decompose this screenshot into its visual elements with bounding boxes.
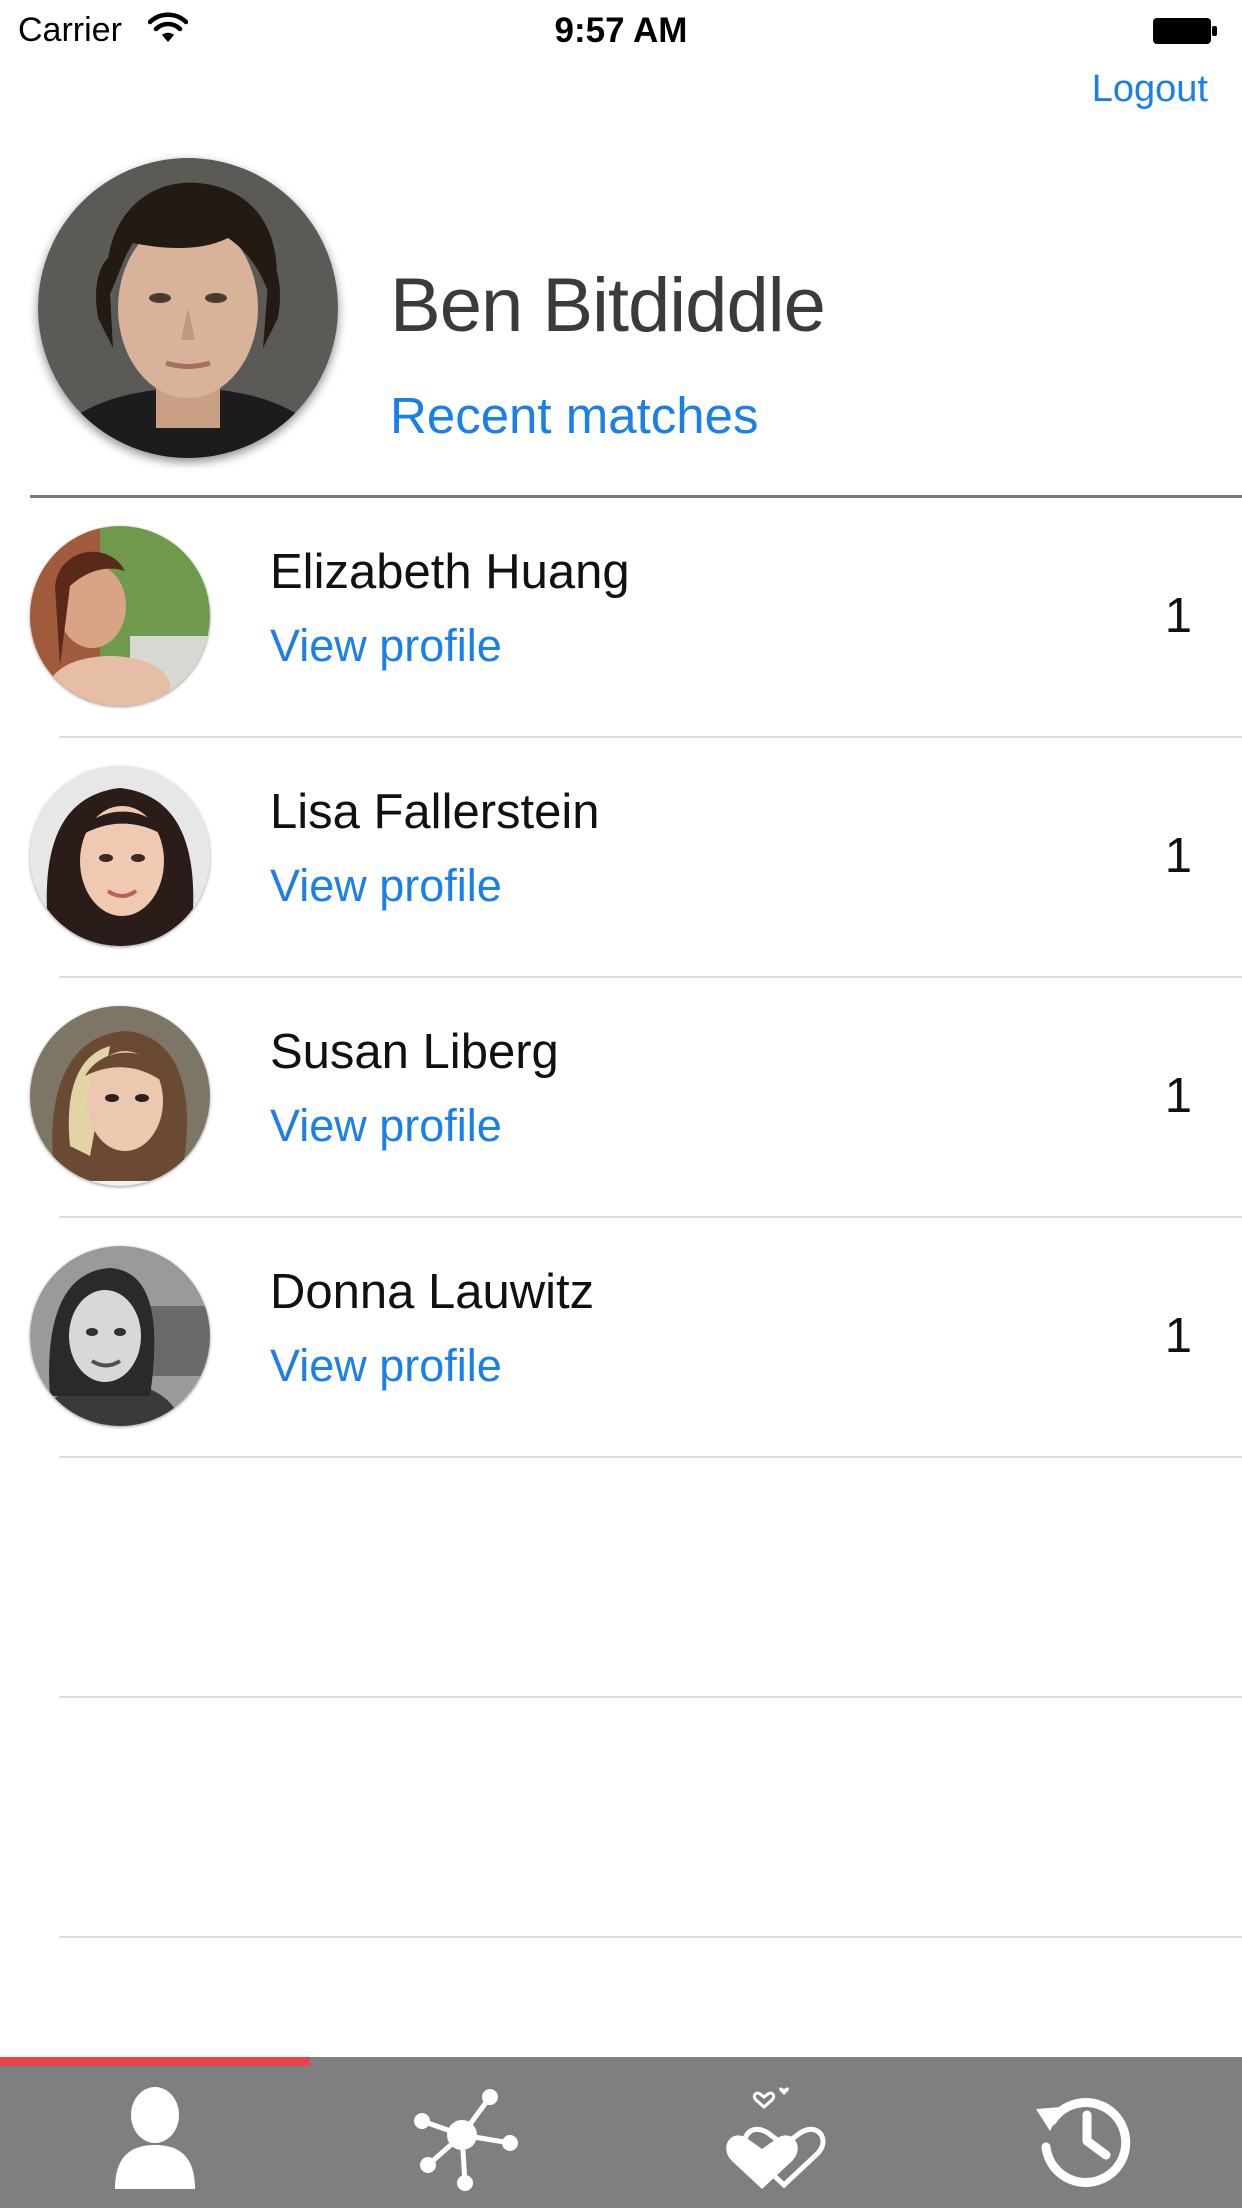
row-divider bbox=[59, 1936, 1242, 1938]
tab-network[interactable] bbox=[310, 2057, 620, 2208]
empty-row bbox=[0, 1458, 1242, 1698]
view-profile-link[interactable]: View profile bbox=[270, 1100, 502, 1152]
tab-matches[interactable] bbox=[620, 2057, 930, 2208]
match-avatar[interactable] bbox=[30, 1246, 210, 1426]
match-row[interactable]: Elizabeth Huang View profile 1 bbox=[0, 498, 1242, 738]
match-avatar[interactable] bbox=[30, 526, 210, 706]
match-avatar[interactable] bbox=[30, 766, 210, 946]
match-count: 1 bbox=[1164, 829, 1192, 883]
battery-icon bbox=[1153, 18, 1217, 44]
match-list: Elizabeth Huang View profile 1 Lisa Fall… bbox=[0, 498, 1242, 1938]
match-row[interactable]: Susan Liberg View profile 1 bbox=[0, 978, 1242, 1218]
user-avatar[interactable] bbox=[38, 158, 338, 458]
match-name: Lisa Fallerstein bbox=[270, 785, 600, 839]
logout-button[interactable]: Logout bbox=[1092, 68, 1208, 111]
status-bar: Carrier 9:57 AM bbox=[0, 0, 1242, 62]
status-time: 9:57 AM bbox=[554, 11, 688, 50]
match-name: Elizabeth Huang bbox=[270, 545, 630, 599]
match-count: 1 bbox=[1164, 589, 1192, 643]
person-icon bbox=[115, 2087, 195, 2189]
recent-matches-link[interactable]: Recent matches bbox=[390, 386, 759, 445]
view-profile-link[interactable]: View profile bbox=[270, 860, 502, 912]
match-name: Donna Lauwitz bbox=[270, 1265, 595, 1319]
match-count: 1 bbox=[1164, 1309, 1192, 1363]
match-row[interactable]: Donna Lauwitz View profile 1 bbox=[0, 1218, 1242, 1458]
view-profile-link[interactable]: View profile bbox=[270, 1340, 502, 1392]
tab-profile[interactable] bbox=[0, 2057, 310, 2208]
empty-row bbox=[0, 1698, 1242, 1938]
hearts-icon bbox=[726, 2087, 826, 2189]
match-name: Susan Liberg bbox=[270, 1025, 559, 1079]
tab-bar bbox=[0, 2057, 1242, 2208]
view-profile-link[interactable]: View profile bbox=[270, 620, 502, 672]
match-row[interactable]: Lisa Fallerstein View profile 1 bbox=[0, 738, 1242, 978]
match-count: 1 bbox=[1164, 1069, 1192, 1123]
tab-history[interactable] bbox=[930, 2057, 1240, 2208]
match-avatar[interactable] bbox=[30, 1006, 210, 1186]
history-icon bbox=[1036, 2098, 1131, 2187]
user-name: Ben Bitdiddle bbox=[390, 263, 826, 348]
network-icon bbox=[414, 2089, 518, 2191]
